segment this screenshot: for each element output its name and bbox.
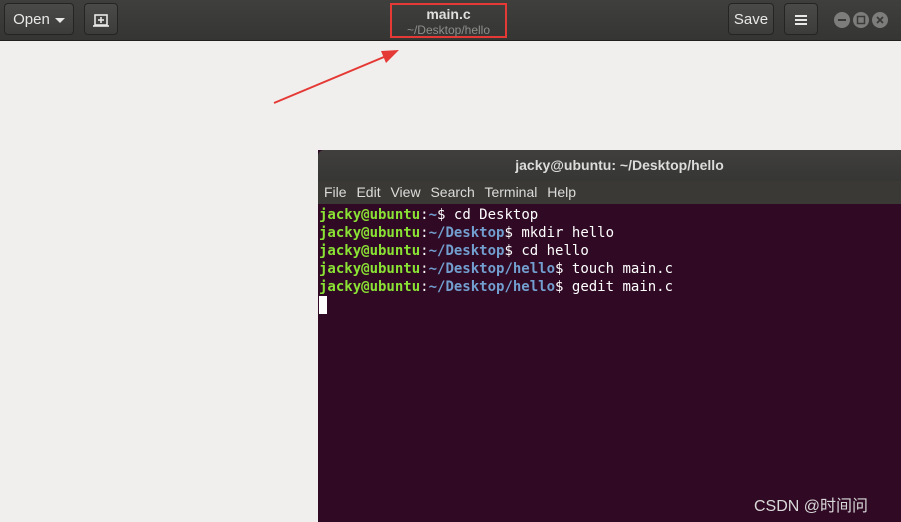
terminal-title: jacky@ubuntu: ~/Desktop/hello [318, 150, 901, 181]
menu-terminal[interactable]: Terminal [484, 184, 537, 200]
terminal-line: jacky@ubuntu:~/Desktop/hello$ gedit main… [319, 279, 674, 295]
prompt-user: jacky@ubuntu [319, 279, 421, 295]
menu-edit[interactable]: Edit [356, 184, 380, 200]
terminal-line: jacky@ubuntu:~/Desktop$ cd hello [319, 243, 589, 259]
terminal-line: jacky@ubuntu:~$ cd Desktop [319, 207, 539, 223]
command-text: cd Desktop [445, 207, 539, 223]
command-text: mkdir hello [512, 225, 615, 241]
menu-view[interactable]: View [390, 184, 420, 200]
terminal-output[interactable]: jacky@ubuntu:~$ cd Desktop jacky@ubuntu:~… [318, 204, 901, 314]
prompt-path: ~ [428, 207, 438, 223]
prompt-user: jacky@ubuntu [319, 243, 421, 259]
prompt-path: ~/Desktop/hello [428, 261, 556, 277]
prompt-path: ~/Desktop [428, 243, 505, 259]
command-text: gedit main.c [563, 279, 674, 295]
command-text: cd hello [512, 243, 589, 259]
menu-search[interactable]: Search [430, 184, 474, 200]
terminal-line: jacky@ubuntu:~/Desktop$ mkdir hello [319, 225, 615, 241]
prompt-path: ~/Desktop/hello [428, 279, 556, 295]
terminal-window[interactable]: jacky@ubuntu: ~/Desktop/hello File Edit … [318, 150, 901, 522]
menu-help[interactable]: Help [547, 184, 576, 200]
menu-file[interactable]: File [324, 184, 347, 200]
watermark: CSDN @时间问 [754, 498, 869, 515]
prompt-path: ~/Desktop [428, 225, 505, 241]
prompt-user: jacky@ubuntu [319, 261, 421, 277]
terminal-cursor-line [319, 296, 901, 314]
terminal-line: jacky@ubuntu:~/Desktop/hello$ touch main… [319, 261, 674, 277]
terminal-menubar: File Edit View Search Terminal Help [318, 181, 901, 204]
prompt-user: jacky@ubuntu [319, 207, 421, 223]
prompt-user: jacky@ubuntu [319, 225, 421, 241]
command-text: touch main.c [563, 261, 674, 277]
text-cursor [319, 296, 327, 314]
